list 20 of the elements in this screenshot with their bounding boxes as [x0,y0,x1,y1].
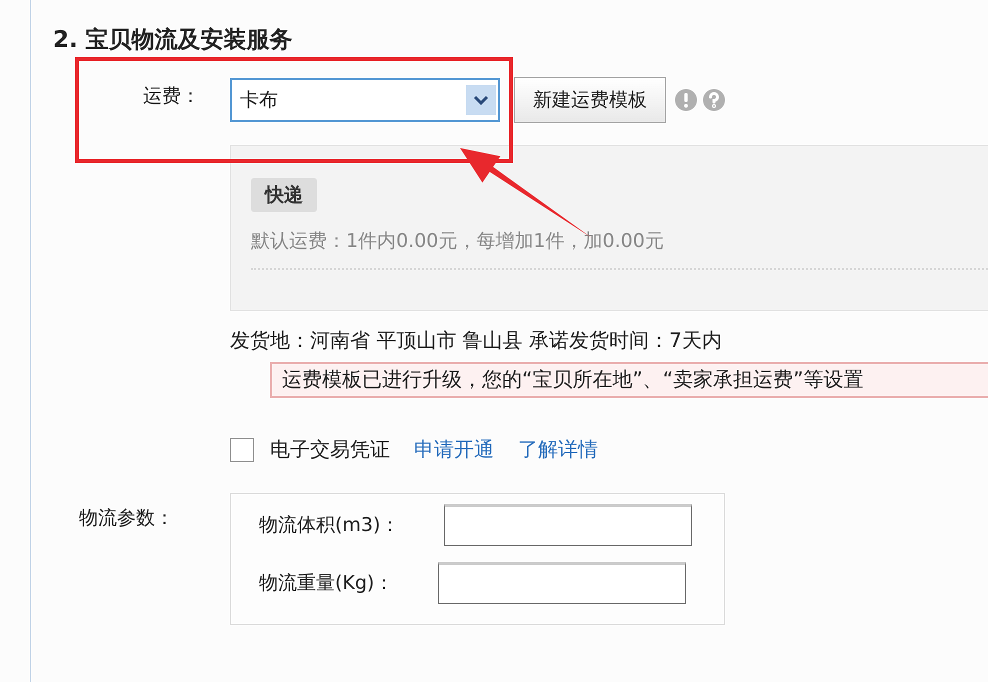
section-title: 2. 宝贝物流及安装服务 [53,26,294,55]
checkbox-label: 电子交易凭证 [270,436,390,463]
ship-from-text: 发货地：河南省 平顶山市 鲁山县 承诺发货时间：7天内 [230,327,723,354]
warning-icon[interactable] [674,88,698,112]
shipping-template-select[interactable]: 卡布 [230,78,500,122]
field-label: 物流体积(m3)： [259,513,400,538]
help-icon[interactable] [702,88,726,112]
chevron-down-icon [466,85,496,115]
field-label: 物流参数： [78,506,175,531]
field-label: 运费： [142,84,201,109]
delivery-tag: 快递 [251,178,317,212]
default-fee-text: 默认运费：1件内0.00元，每增加1件，加0.00元 [251,228,988,270]
upgrade-notice: 运费模板已进行升级，您的“宝贝所在地”、“卖家承担运费”等设置 [270,362,988,398]
input-field[interactable] [438,562,686,604]
link[interactable]: 申请开通 [414,436,494,463]
new-template-button[interactable]: 新建运费模板 [514,77,666,123]
link[interactable]: 了解详情 [518,436,598,463]
input-field[interactable] [444,504,692,546]
field-label: 物流重量(Kg)： [259,571,394,596]
checkbox[interactable] [230,438,254,462]
